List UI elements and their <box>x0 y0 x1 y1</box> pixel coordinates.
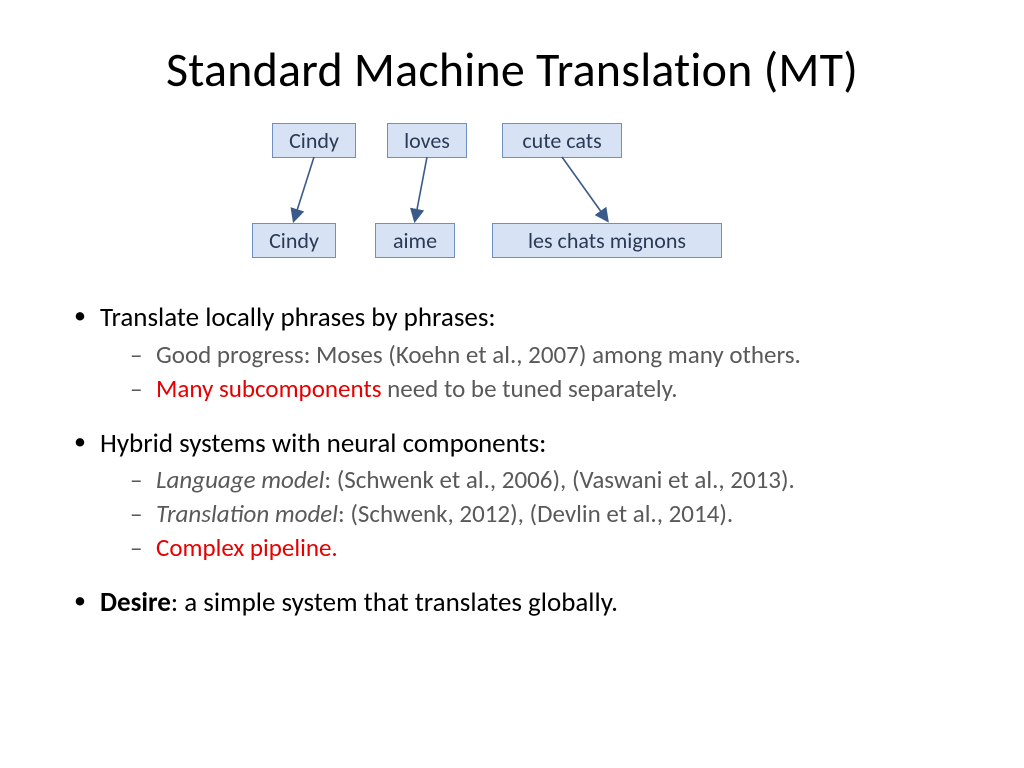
translation-diagram: Cindy loves cute cats Cindy aime les cha… <box>232 123 792 273</box>
bold-desire: Desire <box>100 586 171 619</box>
slide: Standard Machine Translation (MT) Cindy … <box>0 0 1024 768</box>
slide-title: Standard Machine Translation (MT) <box>50 40 974 99</box>
sub-many-subcomponents: Many subcomponents need to be tuned sepa… <box>130 373 964 405</box>
italic-language-model: Language model <box>156 464 324 495</box>
sub-complex-pipeline-dot: . <box>331 532 337 563</box>
target-word-cindy: Cindy <box>252 223 336 258</box>
source-word-loves: loves <box>387 123 467 158</box>
bullet-hybrid-sublist: Language model: (Schwenk et al., 2006), … <box>100 464 964 564</box>
bullet-list: Translate locally phrases by phrases: Go… <box>50 301 974 621</box>
target-phrase-les-chats-mignons: les chats mignons <box>492 223 722 258</box>
sub-translation-model: Translation model: (Schwenk, 2012), (Dev… <box>130 498 964 530</box>
source-phrase-cute-cats: cute cats <box>502 123 622 158</box>
target-word-aime: aime <box>375 223 455 258</box>
bullet-hybrid: Hybrid systems with neural components: L… <box>70 427 964 565</box>
sub-complex-pipeline: Complex pipeline. <box>130 532 964 564</box>
sub-translation-model-rest: : (Schwenk, 2012), (Devlin et al., 2014)… <box>338 498 733 529</box>
bullet-desire: Desire: a simple system that translates … <box>70 586 964 621</box>
red-text-subcomponents: Many subcomponents <box>156 373 382 404</box>
italic-translation-model: Translation model <box>156 498 338 529</box>
sub-good-progress: Good progress: Moses (Koehn et al., 2007… <box>130 339 964 371</box>
bullet-desire-rest: : a simple system that translates global… <box>171 586 618 619</box>
bullet-phrases: Translate locally phrases by phrases: Go… <box>70 301 964 405</box>
red-text-complex-pipeline: Complex pipeline <box>156 532 331 563</box>
sub-language-model: Language model: (Schwenk et al., 2006), … <box>130 464 964 496</box>
sub-language-model-rest: : (Schwenk et al., 2006), (Vaswani et al… <box>324 464 795 495</box>
bullet-phrases-head: Translate locally phrases by phrases: <box>100 301 496 334</box>
source-word-cindy: Cindy <box>272 123 356 158</box>
sub-many-subcomponents-rest: need to be tuned separately. <box>382 373 678 404</box>
bullet-hybrid-head: Hybrid systems with neural components: <box>100 427 546 460</box>
bullet-phrases-sublist: Good progress: Moses (Koehn et al., 2007… <box>100 339 964 405</box>
